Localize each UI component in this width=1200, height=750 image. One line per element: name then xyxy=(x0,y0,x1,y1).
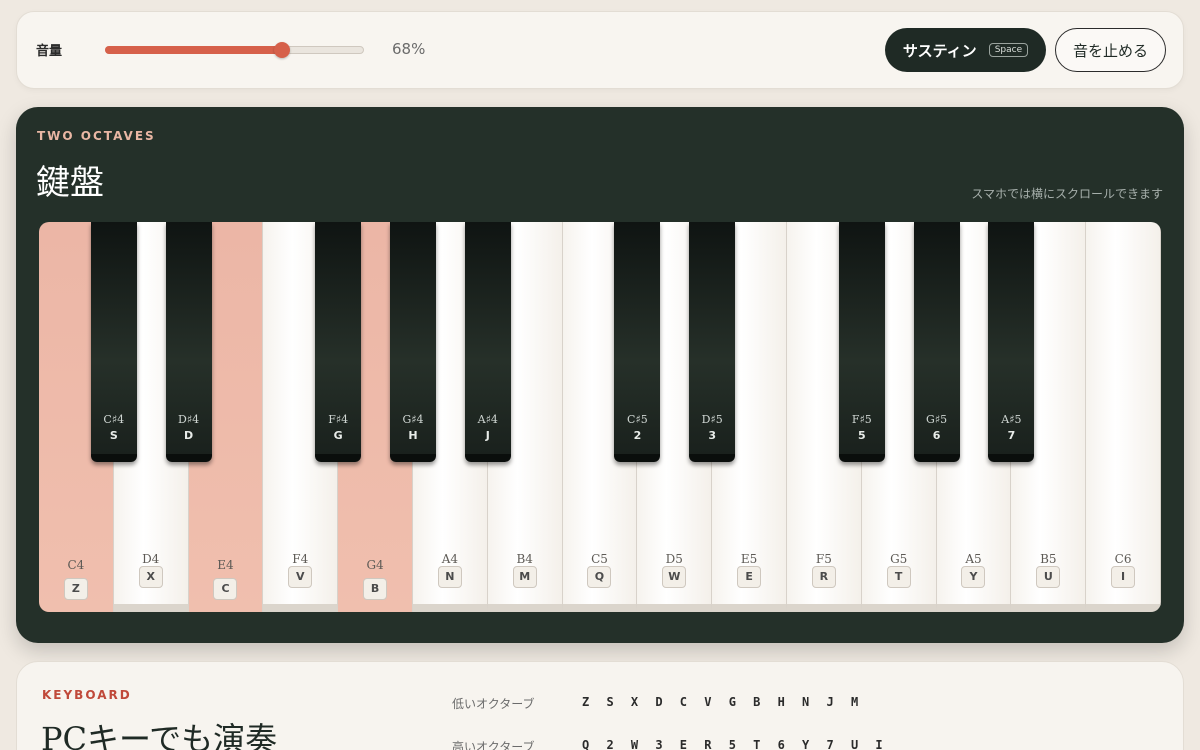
black-key-note-label: F♯5 xyxy=(851,413,872,426)
scroll-hint: スマホでは横にスクロールできます xyxy=(971,187,1163,201)
white-key-shortcut: E xyxy=(737,566,762,588)
volume-label: 音量 xyxy=(36,44,63,59)
black-key-shortcut: 5 xyxy=(857,429,866,442)
white-key-shortcut: Y xyxy=(961,566,986,588)
black-key-shortcut: G xyxy=(333,429,343,442)
white-key-shortcut: Z xyxy=(63,578,88,600)
volume-value: 68% xyxy=(392,40,426,58)
black-key-note-label: G♯5 xyxy=(926,413,948,426)
black-key-shortcut: D xyxy=(184,429,194,442)
piano-eyebrow: TWO OCTAVES xyxy=(37,129,156,143)
black-key-gs4[interactable]: G♯4 H xyxy=(390,222,436,462)
black-key-fs4[interactable]: F♯4 G xyxy=(315,222,362,462)
white-key-note-label: B4 xyxy=(516,552,533,566)
white-key-note-label: E5 xyxy=(740,552,758,566)
black-key-shortcut: 7 xyxy=(1007,429,1016,442)
black-key-as5[interactable]: A♯5 7 xyxy=(988,222,1035,462)
black-key-cs4[interactable]: C♯4 S xyxy=(90,222,137,462)
white-key-shortcut: W xyxy=(662,566,687,588)
stop-sound-button[interactable]: 音を止める xyxy=(1055,28,1166,72)
white-key-note-label: C5 xyxy=(591,552,608,566)
black-key-note-label: D♯5 xyxy=(701,413,723,426)
white-key-c6[interactable]: C6 I xyxy=(1086,222,1161,612)
black-key-shortcut: 3 xyxy=(708,429,717,442)
volume-slider-thumb[interactable] xyxy=(274,42,291,58)
black-key-ds4[interactable]: D♯4 D xyxy=(165,222,212,462)
black-key-note-label: C♯4 xyxy=(103,413,125,426)
white-key-note-label: D4 xyxy=(142,552,160,566)
keyboard-section: KEYBOARD PCキーでも演奏 低いオクターブ Z S X D C V G … xyxy=(16,661,1184,750)
white-key-note-label: D5 xyxy=(665,552,683,566)
high-octave-label: 高いオクターブ xyxy=(452,740,535,750)
black-key-note-label: A♯5 xyxy=(1001,413,1022,426)
white-key-shortcut: T xyxy=(886,566,911,588)
white-key-shortcut: C xyxy=(213,578,238,600)
white-key-shortcut: B xyxy=(363,578,388,600)
white-key-note-label: C6 xyxy=(1114,552,1132,566)
sustain-key-hint: Space xyxy=(988,43,1029,57)
black-key-as4[interactable]: A♯4 J xyxy=(464,222,511,462)
white-key-shortcut: Q xyxy=(587,566,612,588)
white-key-note-label: F5 xyxy=(815,552,832,566)
keyboard-title: PCキーでも演奏 xyxy=(41,720,278,750)
white-key-shortcut: X xyxy=(138,566,163,588)
black-key-note-label: G♯4 xyxy=(402,413,424,426)
white-key-shortcut: V xyxy=(288,566,313,588)
white-key-note-label: C4 xyxy=(67,558,85,572)
black-key-note-label: F♯4 xyxy=(328,413,349,426)
white-key-note-label: E4 xyxy=(217,558,234,572)
stop-sound-button-label: 音を止める xyxy=(1072,41,1148,60)
low-octave-keys: Z S X D C V G B H N J M xyxy=(582,695,864,709)
black-key-shortcut: 2 xyxy=(633,429,642,442)
white-key-note-label: B5 xyxy=(1040,552,1057,566)
high-octave-row: 高いオクターブ Q 2 W 3 E R 5 T 6 Y 7 U I xyxy=(452,738,883,750)
white-key-note-label: G5 xyxy=(890,552,908,566)
white-key-note-label: G4 xyxy=(366,558,384,572)
volume-slider[interactable] xyxy=(105,42,364,58)
piano-title: 鍵盤 xyxy=(36,163,104,203)
sustain-button-label: サスティン xyxy=(902,41,977,60)
low-octave-label: 低いオクターブ xyxy=(452,697,535,711)
black-key-cs5[interactable]: C♯5 2 xyxy=(614,222,661,462)
white-key-note-label: A4 xyxy=(441,552,459,566)
keyboard-eyebrow: KEYBOARD xyxy=(42,688,132,702)
white-key-shortcut: M xyxy=(512,566,537,588)
low-octave-row: 低いオクターブ Z S X D C V G B H N J M xyxy=(452,695,858,712)
control-bar: 音量 68% サスティン Space 音を止める xyxy=(16,11,1184,89)
black-key-fs5[interactable]: F♯5 5 xyxy=(838,222,885,462)
black-key-ds5[interactable]: D♯5 3 xyxy=(689,222,736,462)
high-octave-keys: Q 2 W 3 E R 5 T 6 Y 7 U I xyxy=(582,738,888,750)
black-key-note-label: D♯4 xyxy=(178,413,200,426)
white-key-note-label: A5 xyxy=(965,552,982,566)
black-key-note-label: A♯4 xyxy=(477,413,498,426)
piano-keyboard: C4 Z D4 X E4 C F4 V G4 B A4 N B4 M C5 Q D5 W E5 E F5 R G5 T A5 Y B… xyxy=(39,222,1161,612)
volume-slider-fill xyxy=(105,46,282,54)
black-key-shortcut: J xyxy=(485,429,490,442)
black-key-shortcut: 6 xyxy=(932,429,941,442)
piano-panel: TWO OCTAVES 鍵盤 スマホでは横にスクロールできます C4 Z D4 X E4… xyxy=(16,107,1184,643)
white-key-shortcut: I xyxy=(1111,566,1136,588)
black-key-shortcut: S xyxy=(109,429,118,442)
black-key-note-label: C♯5 xyxy=(627,413,648,426)
black-key-shortcut: H xyxy=(408,429,418,442)
black-key-gs5[interactable]: G♯5 6 xyxy=(913,222,960,462)
white-key-shortcut: R xyxy=(811,566,836,588)
white-key-note-label: F4 xyxy=(292,552,309,566)
white-key-shortcut: N xyxy=(437,566,462,588)
white-key-shortcut: U xyxy=(1036,566,1061,588)
sustain-button[interactable]: サスティン Space xyxy=(885,28,1046,72)
